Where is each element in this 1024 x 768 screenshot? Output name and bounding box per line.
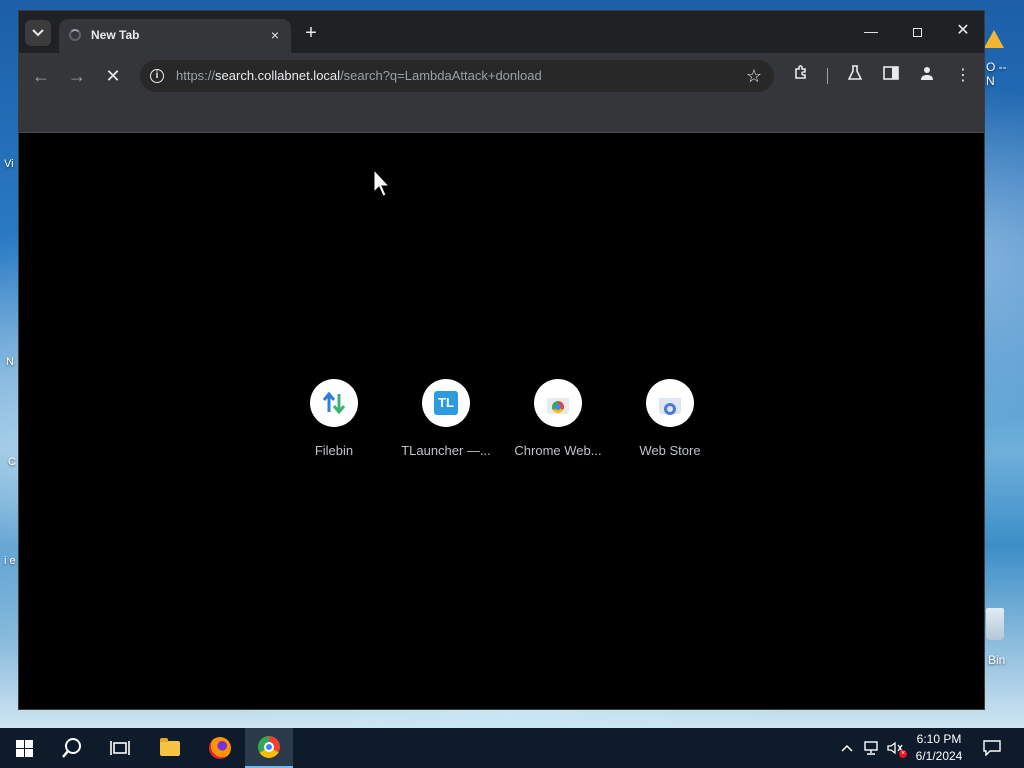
- toolbar-divider: [827, 68, 828, 84]
- recycle-bin-icon[interactable]: [986, 608, 1004, 640]
- maximize-icon: [912, 27, 922, 37]
- address-bar[interactable]: i https://search.collabnet.local/search?…: [140, 60, 774, 92]
- tab-close-icon[interactable]: ×: [267, 27, 283, 43]
- url-text[interactable]: https://search.collabnet.local/search?q=…: [176, 68, 542, 83]
- labs-flask-icon[interactable]: [844, 65, 866, 87]
- chevron-down-icon: [32, 29, 44, 37]
- url-scheme: https://: [176, 68, 216, 83]
- network-button[interactable]: [861, 728, 881, 768]
- url-path: /search?q=LambdaAttack+donload: [340, 68, 542, 83]
- tab-search-button[interactable]: [25, 20, 51, 46]
- clock-date: 6/1/2024: [915, 749, 963, 763]
- desktop-label: O --: [986, 60, 1007, 74]
- folder-icon: [160, 737, 180, 756]
- shortcut-label: Web Store: [639, 443, 701, 458]
- shortcut-icon-circle: TL: [422, 379, 470, 427]
- close-window-button[interactable]: ✕: [943, 19, 983, 43]
- mouse-cursor-icon: [373, 169, 391, 197]
- profile-icon[interactable]: [916, 65, 938, 87]
- stop-loading-button[interactable]: ✕: [102, 65, 124, 87]
- bookmark-star-icon[interactable]: ☆: [746, 65, 762, 87]
- search-button[interactable]: [48, 728, 96, 768]
- tab-strip: New Tab × + — ✕: [19, 11, 984, 53]
- task-view-button[interactable]: [96, 728, 144, 768]
- shortcut-tile[interactable]: Chrome Web...: [508, 379, 608, 458]
- chevron-up-icon: [841, 744, 853, 752]
- tab-new-tab[interactable]: New Tab ×: [59, 19, 291, 53]
- warning-icon: [984, 30, 1004, 48]
- shortcut-icon-circle: [646, 379, 694, 427]
- start-button[interactable]: [0, 728, 48, 768]
- notification-icon: [983, 740, 1001, 756]
- browser-toolbar: ← → ✕ i https://search.collabnet.local/s…: [19, 53, 984, 99]
- tab-title: New Tab: [91, 28, 140, 42]
- more-menu-icon[interactable]: ⋮: [952, 65, 974, 87]
- shortcut-tile[interactable]: Filebin: [284, 379, 384, 458]
- web-store-icon: [659, 398, 681, 415]
- chrome-button[interactable]: [245, 728, 293, 768]
- chrome-icon: [258, 736, 280, 758]
- shortcut-tile[interactable]: Web Store: [620, 379, 720, 458]
- desktop-label: i e: [4, 555, 16, 567]
- site-info-icon[interactable]: i: [150, 69, 164, 83]
- taskbar: × 6:10 PM 6/1/2024: [0, 728, 1024, 768]
- tl-icon: TL: [434, 391, 458, 415]
- chrome-web-store-icon: [547, 398, 569, 414]
- shortcut-label: Chrome Web...: [514, 443, 602, 458]
- volume-button[interactable]: ×: [885, 728, 907, 768]
- network-icon: [864, 741, 878, 755]
- browser-window: New Tab × + — ✕ ← → ✕ i https://search.c…: [18, 10, 985, 710]
- file-explorer-button[interactable]: [146, 728, 194, 768]
- action-center-button[interactable]: [980, 728, 1004, 768]
- recycle-bin-label: Bin: [988, 653, 1006, 667]
- bookmarks-bar: [19, 99, 984, 133]
- desktop-label: N: [6, 356, 14, 368]
- extensions-icon[interactable]: [790, 65, 812, 87]
- new-tab-button[interactable]: +: [300, 22, 322, 44]
- task-view-icon: [110, 741, 130, 755]
- windows-logo-icon: [15, 739, 33, 757]
- forward-button[interactable]: →: [66, 65, 88, 87]
- firefox-button[interactable]: [196, 728, 244, 768]
- firefox-icon: [209, 737, 231, 759]
- minimize-button[interactable]: —: [851, 19, 891, 43]
- search-icon: [62, 738, 81, 758]
- shortcut-label: Filebin: [314, 443, 354, 458]
- shortcut-tile[interactable]: TL TLauncher —...: [396, 379, 496, 458]
- shortcut-icon-circle: [310, 379, 358, 427]
- new-tab-page: Filebin TL TLauncher —... Chrome Web... …: [19, 133, 984, 709]
- maximize-button[interactable]: [897, 19, 937, 43]
- shortcut-label: TLauncher —...: [401, 443, 491, 458]
- shortcut-icon-circle: [534, 379, 582, 427]
- clock-time: 6:10 PM: [916, 732, 962, 746]
- desktop-label: C: [8, 456, 16, 468]
- loading-spinner-icon: [69, 29, 81, 41]
- transfer-arrows-icon: [322, 391, 346, 415]
- show-hidden-icons-button[interactable]: [838, 728, 856, 768]
- desktop-label: N: [986, 74, 995, 88]
- back-button[interactable]: ←: [30, 65, 52, 87]
- url-host: search.collabnet.local: [215, 68, 341, 83]
- desktop-label: Vi: [4, 158, 14, 170]
- clock[interactable]: 6:10 PM 6/1/2024: [906, 731, 972, 765]
- side-panel-icon[interactable]: [880, 65, 902, 87]
